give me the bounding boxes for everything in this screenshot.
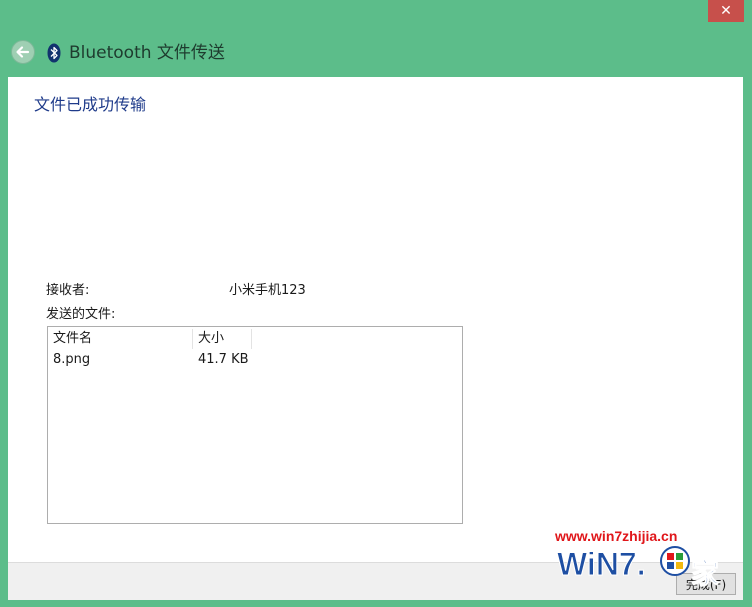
close-button[interactable]: ✕ xyxy=(708,0,744,22)
column-header-filename[interactable]: 文件名 xyxy=(48,329,193,349)
page-title: 文件已成功传输 xyxy=(34,95,147,114)
bluetooth-icon xyxy=(47,43,61,63)
back-arrow-icon xyxy=(16,46,30,58)
watermark-logo-suffix: 家 xyxy=(691,557,719,590)
windows-logo-icon xyxy=(660,546,690,576)
close-icon: ✕ xyxy=(720,3,732,19)
file-name-cell: 8.png xyxy=(53,352,91,367)
receiver-label: 接收者: xyxy=(46,283,90,298)
watermark-logo-text: WiN7. xyxy=(557,546,646,582)
content-panel: 文件已成功传输 接收者: 小米手机123 发送的文件: 文件名 大小 8.png… xyxy=(8,77,743,562)
watermark-logo: WiN7. 家 xyxy=(557,546,720,591)
receiver-value: 小米手机123 xyxy=(229,283,306,298)
column-header-size[interactable]: 大小 xyxy=(193,329,252,349)
back-button[interactable] xyxy=(11,40,35,64)
files-label: 发送的文件: xyxy=(46,307,116,322)
file-list[interactable]: 文件名 大小 8.png 41.7 KB xyxy=(47,326,463,524)
watermark-url: www.win7zhijia.cn xyxy=(555,528,678,544)
file-size-cell: 41.7 KB xyxy=(198,352,249,367)
window-title: Bluetooth 文件传送 xyxy=(69,43,225,63)
